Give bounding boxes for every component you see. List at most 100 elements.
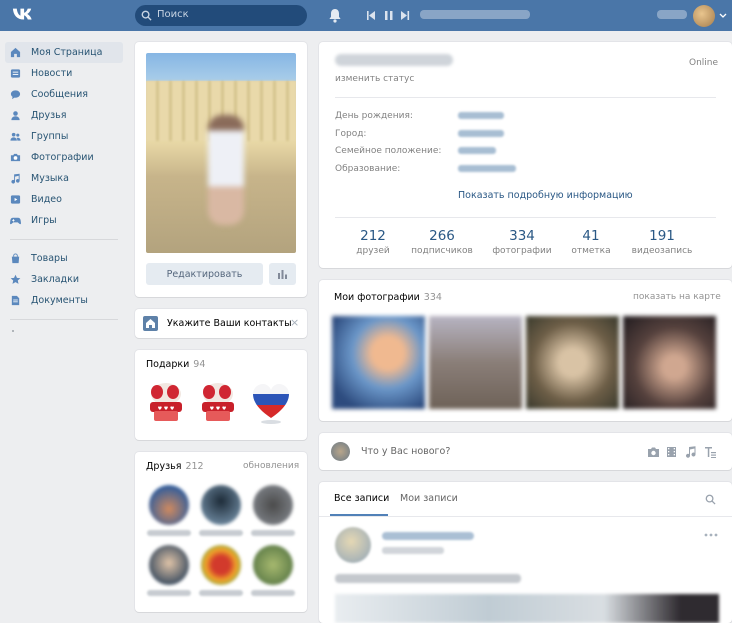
friend-avatar[interactable] xyxy=(149,485,189,525)
friend-avatar[interactable] xyxy=(253,545,293,585)
friend-avatar[interactable] xyxy=(149,545,189,585)
current-track-title[interactable] xyxy=(420,10,530,19)
new-post-input[interactable]: Что у Вас нового? xyxy=(361,446,450,457)
document-icon xyxy=(11,295,20,306)
top-avatar[interactable] xyxy=(693,5,715,27)
friends-header[interactable]: Друзья 212 xyxy=(146,461,204,472)
gift-cupcake-icon[interactable]: ♥ ♥ ♥ xyxy=(198,380,238,426)
friend-avatar[interactable] xyxy=(201,485,241,525)
more-options-icon[interactable] xyxy=(703,532,719,538)
prev-track-icon[interactable] xyxy=(367,11,375,20)
field-value-relationship[interactable] xyxy=(458,147,496,154)
contact-banner[interactable]: Укажите Ваши контакты × xyxy=(135,309,307,338)
close-icon[interactable]: × xyxy=(290,316,300,329)
counter-friends[interactable]: 212 друзей xyxy=(334,228,412,256)
bar-chart-icon xyxy=(278,270,287,279)
post-image[interactable] xyxy=(335,594,719,623)
friend-avatar[interactable] xyxy=(201,545,241,585)
menu-item-friends[interactable]: Друзья xyxy=(5,105,123,126)
post-author-avatar[interactable] xyxy=(335,527,371,563)
online-status: Online xyxy=(689,58,719,68)
friend-name[interactable] xyxy=(147,590,191,596)
menu-item-video[interactable]: Видео xyxy=(5,189,123,210)
photo-thumbnail[interactable] xyxy=(623,316,716,409)
show-on-map-link[interactable]: показать на карте xyxy=(633,292,721,302)
gift-heart-flag-icon[interactable] xyxy=(251,380,291,426)
menu-item-bookmarks[interactable]: Закладки xyxy=(5,269,123,290)
counter-label: друзей xyxy=(356,246,390,256)
news-icon xyxy=(10,69,21,78)
friends-updates-link[interactable]: обновления xyxy=(243,461,299,471)
photo-thumbnail[interactable] xyxy=(429,316,522,409)
field-value-city[interactable] xyxy=(458,130,504,137)
menu-item-label: Новости xyxy=(31,68,73,79)
camera-icon[interactable] xyxy=(647,446,660,458)
friends-title[interactable]: Друзья xyxy=(146,461,181,472)
menu-item-documents[interactable]: Документы xyxy=(5,290,123,311)
menu-item-my-page[interactable]: Моя Страница xyxy=(5,42,123,63)
contact-banner-text[interactable]: Укажите Ваши контакты xyxy=(167,318,292,329)
edit-profile-button[interactable]: Редактировать xyxy=(146,263,263,285)
my-photos-title[interactable]: Мои фотографии xyxy=(334,292,420,303)
profile-name xyxy=(335,54,453,66)
gift-cupcake-icon[interactable]: ♥ ♥ ♥ xyxy=(146,380,186,426)
field-value-birthday[interactable] xyxy=(458,112,504,119)
menu-item-messages[interactable]: Сообщения xyxy=(5,84,123,105)
menu-item-groups[interactable]: Группы xyxy=(5,126,123,147)
tab-my-posts[interactable]: Мои записи xyxy=(400,493,458,504)
counter-label: подписчиков xyxy=(411,246,473,256)
photo-thumbnail[interactable] xyxy=(332,316,425,409)
friend-name[interactable] xyxy=(251,530,295,536)
text-format-icon[interactable] xyxy=(704,446,717,458)
new-post-box: Что у Вас нового? xyxy=(319,433,732,470)
my-photos-count: 334 xyxy=(423,292,442,303)
counter-photos[interactable]: 334 фотографии xyxy=(483,228,561,256)
field-label-city: Город: xyxy=(335,129,367,139)
change-status-link[interactable]: изменить статус xyxy=(335,74,414,84)
post-date[interactable] xyxy=(382,547,444,554)
stats-button[interactable] xyxy=(269,263,296,285)
next-track-icon[interactable] xyxy=(401,11,410,20)
counter-label: фотографии xyxy=(492,246,552,256)
menu-item-photos[interactable]: Фотографии xyxy=(5,147,123,168)
menu-item-label: Закладки xyxy=(31,274,80,285)
search-icon[interactable] xyxy=(705,494,716,505)
menu-item-label: Видео xyxy=(31,194,62,205)
counter-tags[interactable]: 41 отметка xyxy=(552,228,630,256)
my-photos-header[interactable]: Мои фотографии 334 xyxy=(334,292,442,303)
friend-name[interactable] xyxy=(199,530,243,536)
photo-thumbnail[interactable] xyxy=(526,316,619,409)
vk-logo-icon[interactable] xyxy=(12,7,34,23)
music-icon[interactable] xyxy=(684,446,697,458)
search-box[interactable]: Поиск xyxy=(135,5,307,26)
field-value-education[interactable] xyxy=(458,165,516,172)
menu-item-goods[interactable]: Товары xyxy=(5,248,123,269)
profile-photo[interactable] xyxy=(146,53,296,253)
friend-name[interactable] xyxy=(147,530,191,536)
bell-icon[interactable] xyxy=(328,8,342,23)
post-author-name[interactable] xyxy=(382,532,474,540)
pause-icon[interactable] xyxy=(385,11,393,20)
player-controls[interactable] xyxy=(366,9,414,22)
chevron-down-icon[interactable] xyxy=(719,13,727,19)
menu-item-news[interactable]: Новости xyxy=(5,63,123,84)
show-details-link[interactable]: Показать подробную информацию xyxy=(458,190,633,201)
friend-name[interactable] xyxy=(199,590,243,596)
gifts-header[interactable]: Подарки 94 xyxy=(146,359,205,370)
counter-videos[interactable]: 191 видеозапись xyxy=(623,228,701,256)
field-label-relationship: Семейное положение: xyxy=(335,146,442,156)
menu-item-music[interactable]: Музыка xyxy=(5,168,123,189)
menu-item-label: Группы xyxy=(31,131,69,142)
video-icon[interactable] xyxy=(665,446,678,458)
search-icon xyxy=(141,10,152,21)
counter-value: 191 xyxy=(649,228,675,244)
search-input[interactable]: Поиск xyxy=(157,9,189,20)
counter-followers[interactable]: 266 подписчиков xyxy=(403,228,481,256)
friend-avatar[interactable] xyxy=(253,485,293,525)
gifts-title[interactable]: Подарки xyxy=(146,359,189,370)
counter-label: отметка xyxy=(571,246,611,256)
menu-item-games[interactable]: Игры xyxy=(5,210,123,231)
tab-all-posts[interactable]: Все записи xyxy=(334,493,389,504)
top-user-name[interactable] xyxy=(657,10,687,19)
friend-name[interactable] xyxy=(251,590,295,596)
